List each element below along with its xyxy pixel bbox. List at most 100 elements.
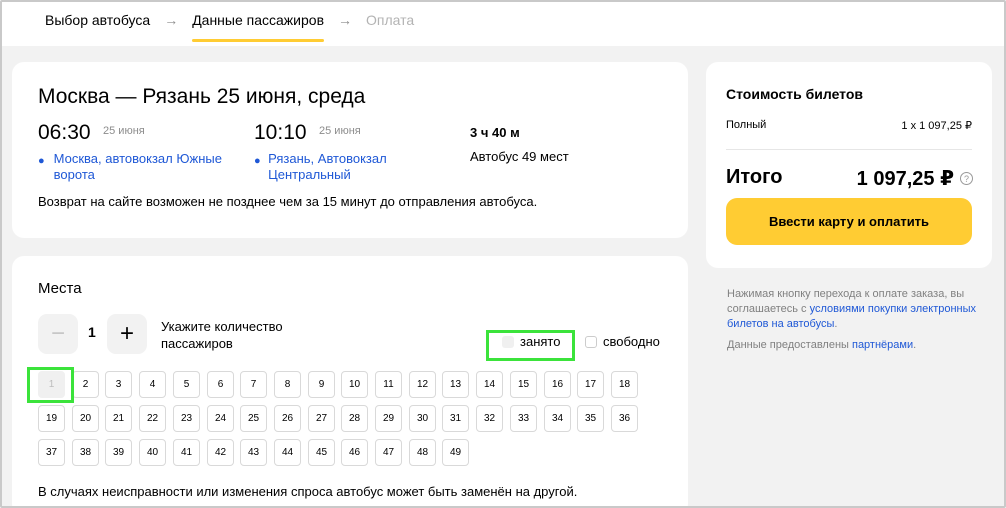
pay-button[interactable]: Ввести карту и оплатить [726,198,972,245]
location-pin-icon: ● [38,155,45,167]
terms-note: Нажимая кнопку перехода к оплате заказа,… [727,287,977,332]
seat-41[interactable]: 41 [173,439,200,466]
seat-23[interactable]: 23 [173,405,200,432]
seat-17[interactable]: 17 [577,371,604,398]
divider [726,149,972,150]
seat-26[interactable]: 26 [274,405,301,432]
decrease-quantity-button[interactable]: − [38,314,78,354]
bus-replacement-note: В случаях неисправности или изменения сп… [38,484,578,499]
fare-value: 1 x 1 097,25 ₽ [901,120,972,132]
seat-18[interactable]: 18 [611,371,638,398]
seat-30[interactable]: 30 [409,405,436,432]
seat-11[interactable]: 11 [375,371,402,398]
seat-9[interactable]: 9 [308,371,335,398]
total-label: Итого [726,166,783,188]
partners-link[interactable]: партнёрами [852,339,913,351]
terms-text-end: . [834,318,838,330]
seat-31[interactable]: 31 [442,405,469,432]
breadcrumb-step-bus[interactable]: Выбор автобуса [45,10,150,30]
highlight-box [486,330,575,361]
breadcrumb-step-payment: Оплата [366,12,415,28]
help-icon[interactable]: ? [960,172,973,185]
seat-32[interactable]: 32 [476,405,503,432]
total-value: 1 097,25 ₽ [856,168,954,190]
route-title: Москва — Рязань 25 июня, среда [38,85,366,108]
trip-card: Москва — Рязань 25 июня, среда 06:30 25 … [12,62,688,238]
seat-48[interactable]: 48 [409,439,436,466]
seat-6[interactable]: 6 [207,371,234,398]
breadcrumb-step-passengers[interactable]: Данные пассажиров [192,10,324,42]
seat-20[interactable]: 20 [72,405,99,432]
seat-22[interactable]: 22 [139,405,166,432]
free-swatch-icon [585,335,597,348]
plus-icon: + [119,320,134,347]
departure-date: 25 июня [103,125,145,137]
seat-13[interactable]: 13 [442,371,469,398]
seat-37[interactable]: 37 [38,439,65,466]
partners-text-end: . [913,339,917,351]
seat-5[interactable]: 5 [173,371,200,398]
price-row: Полный 1 x 1 097,25 ₽ [726,119,972,132]
seat-3[interactable]: 3 [105,371,132,398]
highlight-box [27,367,74,403]
seat-33[interactable]: 33 [510,405,537,432]
seat-36[interactable]: 36 [611,405,638,432]
departure-block: 06:30 25 июня ● Москва, автовокзал Южные… [38,121,238,183]
price-title: Стоимость билетов [726,86,864,102]
seats-card: Места − 1 + Укажите количество пассажиро… [12,256,688,508]
arrival-date: 25 июня [319,125,361,137]
seat-39[interactable]: 39 [105,439,132,466]
seat-21[interactable]: 21 [105,405,132,432]
arrow-right-icon: → [338,12,353,28]
seat-47[interactable]: 47 [375,439,402,466]
location-pin-icon: ● [254,155,261,167]
price-card: Стоимость билетов Полный 1 x 1 097,25 ₽ … [706,62,992,268]
seat-44[interactable]: 44 [274,439,301,466]
legend-free-label: свободно [603,334,660,349]
seat-43[interactable]: 43 [240,439,267,466]
arrival-station-label: Рязань, Автовокзал Центральный [268,151,387,182]
seat-2[interactable]: 2 [72,371,99,398]
legend-free: свободно [585,334,660,349]
seat-34[interactable]: 34 [544,405,571,432]
minus-icon: − [50,320,65,347]
seat-7[interactable]: 7 [240,371,267,398]
seat-16[interactable]: 16 [544,371,571,398]
breadcrumb: Выбор автобуса → Данные пассажиров → Опл… [45,10,414,46]
seat-25[interactable]: 25 [240,405,267,432]
seat-28[interactable]: 28 [341,405,368,432]
seat-12[interactable]: 12 [409,371,436,398]
partners-text: Данные предоставлены [727,339,852,351]
trip-duration: 3 ч 40 м [470,125,520,140]
seat-40[interactable]: 40 [139,439,166,466]
quantity-hint: Укажите количество пассажиров [161,319,283,351]
arrival-station[interactable]: ● Рязань, Автовокзал Центральный [254,151,414,183]
seats-title: Места [38,280,82,297]
seat-24[interactable]: 24 [207,405,234,432]
seat-49[interactable]: 49 [442,439,469,466]
arrival-block: 10:10 25 июня ● Рязань, Автовокзал Центр… [254,121,414,183]
partners-note: Данные предоставлены партнёрами. [727,339,916,351]
seat-14[interactable]: 14 [476,371,503,398]
refund-note: Возврат на сайте возможен не позднее чем… [38,194,538,209]
passenger-quantity: 1 [88,324,96,340]
arrival-time: 10:10 [254,121,307,144]
seat-29[interactable]: 29 [375,405,402,432]
seat-15[interactable]: 15 [510,371,537,398]
seat-27[interactable]: 27 [308,405,335,432]
seat-4[interactable]: 4 [139,371,166,398]
departure-station[interactable]: ● Москва, автовокзал Южные ворота [38,151,238,183]
arrow-right-icon: → [164,12,179,28]
departure-station-label: Москва, автовокзал Южные ворота [53,151,222,182]
increase-quantity-button[interactable]: + [107,314,147,354]
seat-8[interactable]: 8 [274,371,301,398]
seat-38[interactable]: 38 [72,439,99,466]
seat-35[interactable]: 35 [577,405,604,432]
seat-42[interactable]: 42 [207,439,234,466]
departure-time: 06:30 [38,121,91,144]
seat-10[interactable]: 10 [341,371,368,398]
fare-type: Полный [726,119,767,131]
seat-19[interactable]: 19 [38,405,65,432]
seat-45[interactable]: 45 [308,439,335,466]
seat-46[interactable]: 46 [341,439,368,466]
